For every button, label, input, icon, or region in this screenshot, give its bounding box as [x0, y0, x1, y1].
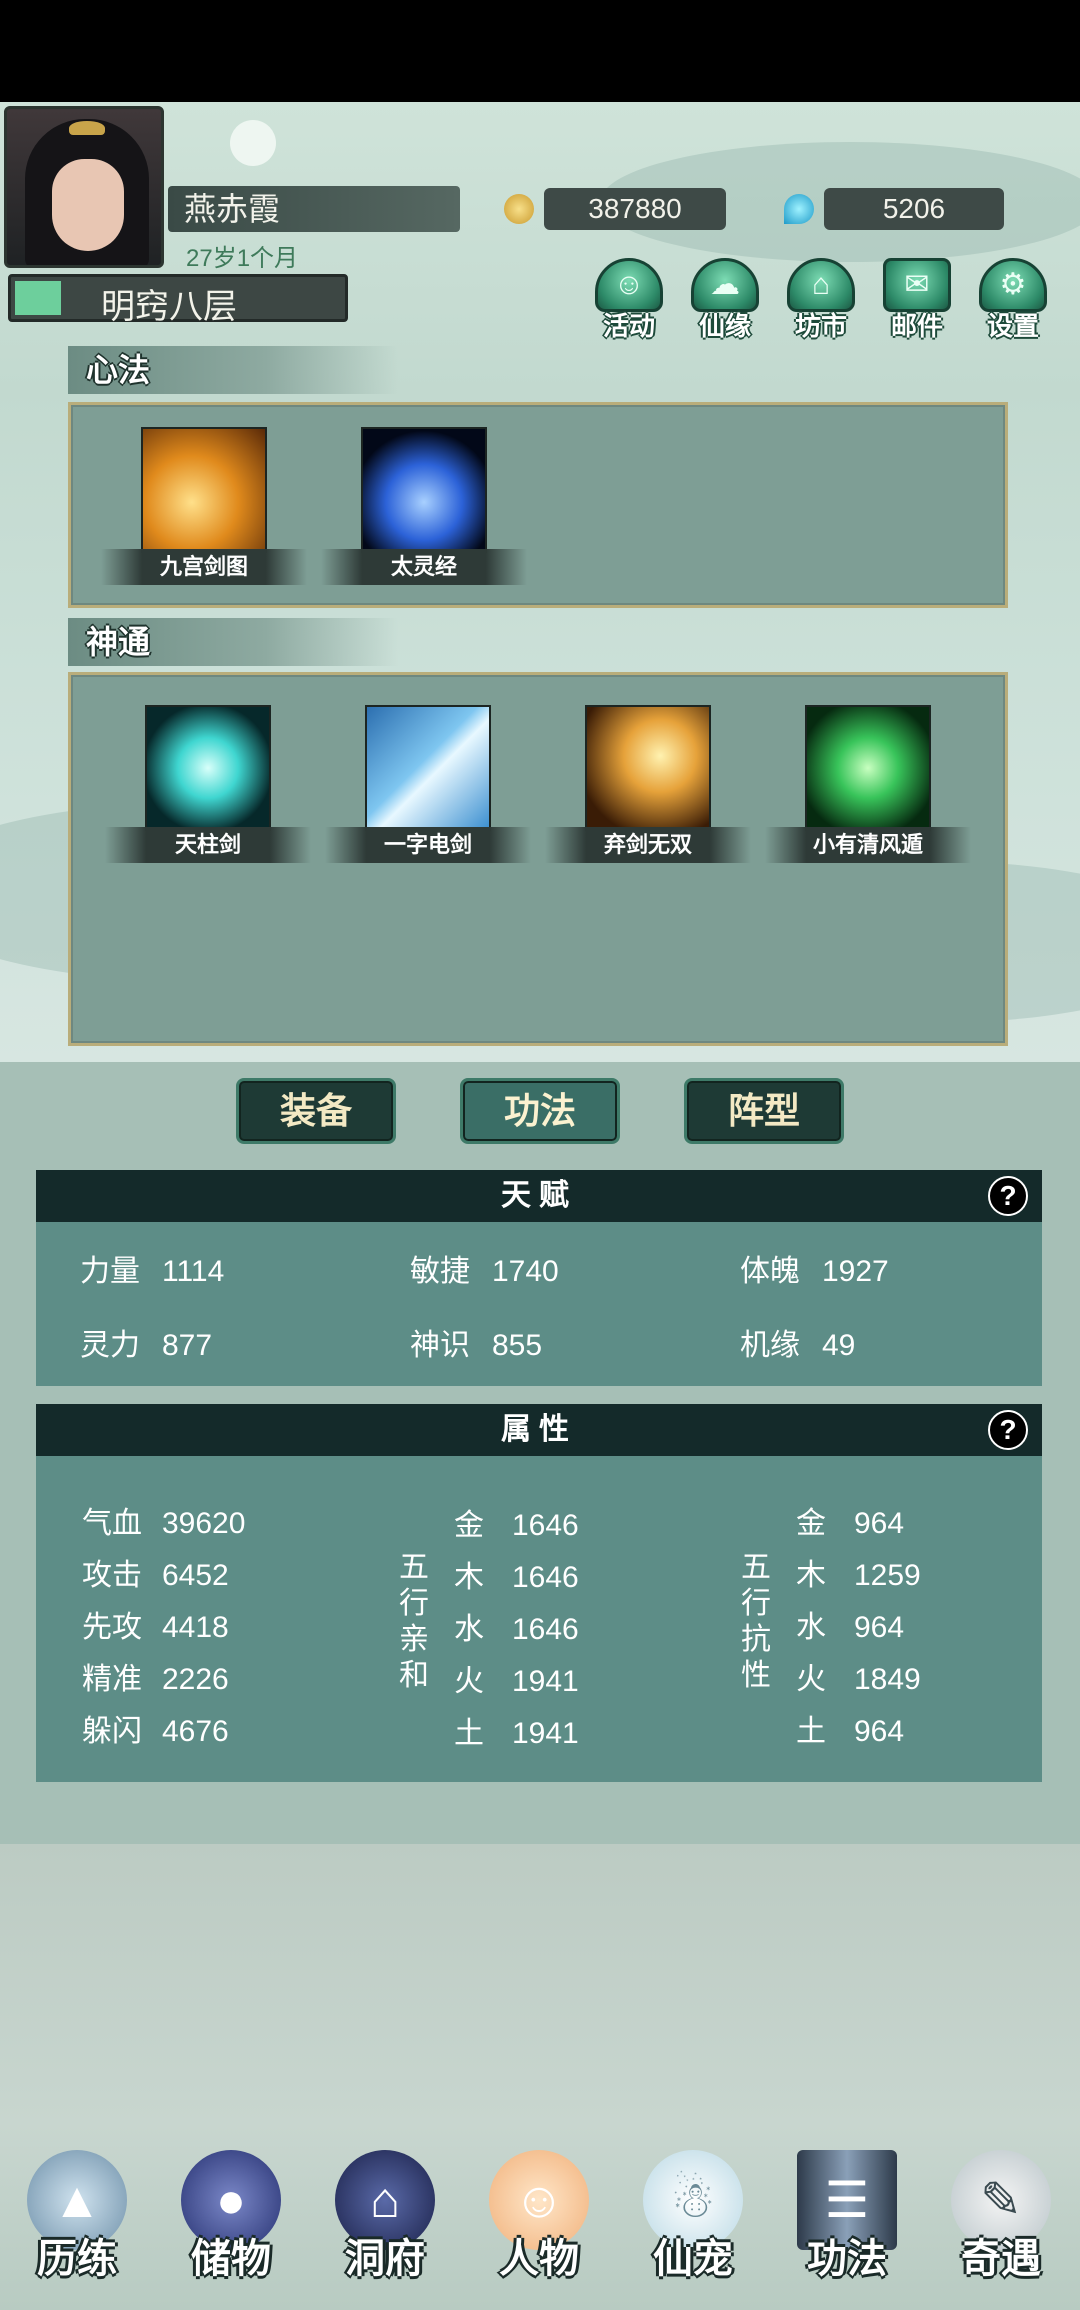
- resist-stat: 金 964: [796, 1507, 905, 1540]
- status-bar: [0, 0, 1080, 102]
- realm-label: 明窍八层: [101, 288, 237, 326]
- gem-counter: 5206: [784, 188, 1004, 230]
- nav-qiyu[interactable]: ✎ 奇遇: [926, 2150, 1076, 2300]
- sword-diagram-icon: [141, 427, 267, 553]
- tab-equipment[interactable]: 装备: [236, 1078, 396, 1144]
- player-name: 燕赤霞: [168, 186, 460, 232]
- nav-xianchong[interactable]: ☃ 仙宠: [618, 2150, 768, 2300]
- flying-swords-icon: [585, 705, 711, 831]
- gold-coin-icon: [504, 194, 534, 224]
- talent-stat: 体魄 1927: [740, 1255, 889, 1288]
- shentong-header: 神通: [68, 618, 398, 666]
- shentong-skill-3[interactable]: 弃剑无双: [545, 705, 751, 863]
- attributes-panel: 属性 ? 气血 39620 攻击 6452 先攻 4418 精准 2226 躲闪 4676…: [36, 1404, 1042, 1782]
- affinity-stat: 木 1646: [454, 1561, 579, 1594]
- talent-stat: 力量 1114: [80, 1255, 225, 1288]
- nav-lilian[interactable]: ▲ 历练: [2, 2150, 152, 2300]
- tab-gongfa[interactable]: 功法: [460, 1078, 620, 1144]
- sky-pillar-sword-icon: [145, 705, 271, 831]
- affinity-stat: 金 1646: [454, 1509, 579, 1542]
- attributes-title: 属性 ?: [36, 1404, 1042, 1456]
- affinity-stat: 土 1941: [454, 1717, 579, 1750]
- mail-icon: ✉: [883, 258, 951, 312]
- resist-stat: 火 1849: [796, 1663, 921, 1696]
- attributes-help-icon[interactable]: ?: [988, 1410, 1028, 1450]
- coin-counter: 387880: [504, 188, 730, 230]
- xinfa-skill-1[interactable]: 九宫剑图: [101, 427, 307, 585]
- base-stat: 躲闪 4676: [82, 1715, 229, 1748]
- resist-label: 五 行 抗 性: [741, 1551, 771, 1692]
- cloud-fate-icon: ☁: [691, 258, 759, 312]
- talent-stat: 灵力 877: [80, 1329, 213, 1362]
- gear-icon: ⚙: [979, 258, 1047, 312]
- talent-stat: 神识 855: [410, 1329, 543, 1362]
- menu-settings[interactable]: ⚙ 设置: [970, 258, 1056, 350]
- affinity-stat: 火 1941: [454, 1665, 579, 1698]
- market-icon: ⌂: [787, 258, 855, 312]
- affinity-stat: 水 1646: [454, 1613, 579, 1646]
- realm-progress-bar: 明窍八层: [8, 274, 348, 326]
- moon-decoration: [230, 120, 276, 166]
- nav-chuwu[interactable]: ● 储物: [156, 2150, 306, 2300]
- player-avatar[interactable]: [4, 106, 164, 268]
- shentong-skill-4[interactable]: 小有清风遁: [765, 705, 971, 863]
- talent-title: 天赋 ?: [36, 1170, 1042, 1222]
- shentong-skill-2[interactable]: 一字电剑: [325, 705, 531, 863]
- lightning-sword-icon: [365, 705, 491, 831]
- wind-vortex-icon: [805, 705, 931, 831]
- player-age: 27岁1个月: [186, 245, 299, 272]
- menu-market[interactable]: ⌂ 坊市: [778, 258, 864, 350]
- xinfa-header: 心法: [68, 346, 398, 394]
- nav-dongfu[interactable]: ⌂ 洞府: [310, 2150, 460, 2300]
- shentong-skill-1[interactable]: 天柱剑: [105, 705, 311, 863]
- nav-gongfa[interactable]: ☰ 功法: [772, 2150, 922, 2300]
- base-stat: 精准 2226: [82, 1663, 229, 1696]
- resist-stat: 土 964: [796, 1715, 905, 1748]
- xinfa-panel: 九宫剑图 太灵经: [68, 402, 1008, 608]
- shentong-panel: 天柱剑 一字电剑 弃剑无双 小有清风遁: [68, 672, 1008, 1046]
- talent-stat: 机缘 49: [740, 1329, 856, 1362]
- resist-stat: 水 964: [796, 1611, 905, 1644]
- menu-xianyuan[interactable]: ☁ 仙缘: [682, 258, 768, 350]
- menu-activity[interactable]: ☺ 活动: [586, 258, 672, 350]
- xinfa-skill-2[interactable]: 太灵经: [321, 427, 527, 585]
- base-stat: 攻击 6452: [82, 1559, 229, 1592]
- activity-icon: ☺: [595, 258, 663, 312]
- resist-stat: 木 1259: [796, 1559, 921, 1592]
- talent-panel: 天赋 ? 力量 1114 敏捷 1740 体魄 1927 灵力 877 神识 855 机缘…: [36, 1170, 1042, 1386]
- realm-progress-fill: [15, 281, 61, 315]
- talent-stat: 敏捷 1740: [410, 1255, 559, 1288]
- nav-renwu[interactable]: ☺ 人物: [464, 2150, 614, 2300]
- base-stat: 先攻 4418: [82, 1611, 229, 1644]
- talent-help-icon[interactable]: ?: [988, 1176, 1028, 1216]
- tab-formation[interactable]: 阵型: [684, 1078, 844, 1144]
- blue-flame-icon: [361, 427, 487, 553]
- base-stat: 气血 39620: [82, 1507, 246, 1540]
- menu-mail[interactable]: ✉ 邮件: [874, 258, 960, 350]
- blue-gem-icon: [784, 194, 814, 224]
- affinity-label: 五 行 亲 和: [399, 1551, 429, 1692]
